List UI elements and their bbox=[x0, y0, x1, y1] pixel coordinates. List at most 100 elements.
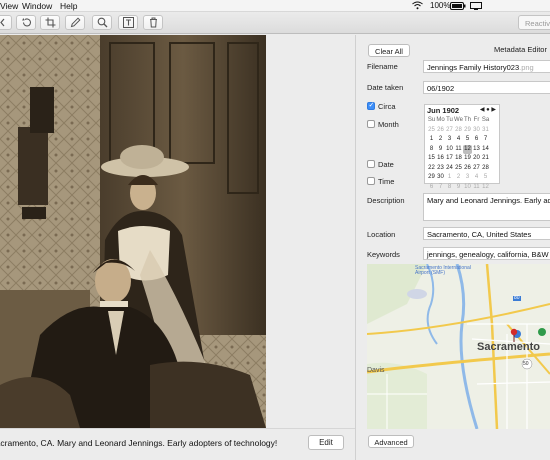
calendar-day[interactable]: 26 bbox=[463, 164, 472, 174]
crop-icon bbox=[45, 17, 55, 28]
calendar-weekday: Th bbox=[463, 117, 471, 123]
calendar-day[interactable]: 8 bbox=[427, 145, 436, 155]
panel-title: Metadata Editor bbox=[494, 45, 547, 54]
calendar-day[interactable]: 6 bbox=[472, 135, 481, 145]
date-picker[interactable]: Jun 1902 ◀ ● ▶ Su Mo Tu We Th Fr Sa 25 26 27 28 29 3… bbox=[424, 104, 500, 190]
text-icon bbox=[122, 17, 134, 28]
filename-field[interactable]: Jennings Family History023.png bbox=[423, 60, 550, 73]
reactivate-button[interactable]: Reactivate bbox=[518, 15, 550, 30]
circa-checkbox[interactable] bbox=[367, 101, 375, 110]
calendar-week-row: 6 7 8 9 10 11 12 bbox=[427, 183, 499, 193]
calendar-week-row: 22 23 24 25 26 27 28 bbox=[427, 164, 499, 174]
calendar-week-row: 1234567 bbox=[427, 135, 499, 145]
time-checkbox[interactable] bbox=[367, 177, 375, 185]
calendar-day[interactable]: 4 bbox=[472, 173, 481, 183]
trash-button[interactable] bbox=[143, 15, 163, 30]
calendar-nav[interactable]: ◀ ● ▶ bbox=[480, 106, 496, 113]
menu-view[interactable]: View bbox=[0, 1, 18, 11]
map-route-80: 80 bbox=[513, 295, 521, 301]
map-route-50: 50 bbox=[523, 361, 529, 367]
filename-label: Filename bbox=[367, 62, 398, 71]
calendar-day[interactable]: 30 bbox=[472, 126, 481, 136]
calendar-day[interactable]: 25 bbox=[454, 164, 463, 174]
calendar-day[interactable]: 16 bbox=[436, 154, 445, 164]
calendar-day[interactable]: 27 bbox=[445, 126, 454, 136]
calendar-day[interactable]: 2 bbox=[436, 135, 445, 145]
menu-help[interactable]: Help bbox=[60, 1, 77, 11]
calendar-day[interactable]: 27 bbox=[472, 164, 481, 174]
wifi-icon[interactable] bbox=[412, 1, 423, 12]
text-button[interactable] bbox=[118, 15, 138, 30]
advanced-button[interactable]: Advanced bbox=[368, 435, 414, 448]
filename-extension: .png bbox=[519, 63, 534, 72]
calendar-day[interactable]: 1 bbox=[427, 135, 436, 145]
calendar-day[interactable]: 2 bbox=[454, 173, 463, 183]
description-field[interactable]: Mary and Leonard Jennings. Early adopter… bbox=[423, 193, 550, 221]
calendar-day[interactable]: 20 bbox=[472, 154, 481, 164]
calendar-week-row: 25 26 27 28 29 30 31 bbox=[427, 126, 499, 136]
calendar-day[interactable]: 6 bbox=[427, 183, 436, 193]
calendar-day[interactable]: 29 bbox=[427, 173, 436, 183]
calendar-day[interactable]: 31 bbox=[481, 126, 490, 136]
map-city-label: Sacramento bbox=[477, 341, 540, 353]
calendar-day[interactable]: 28 bbox=[481, 164, 490, 174]
month-checkbox[interactable] bbox=[367, 120, 375, 128]
calendar-day[interactable]: 7 bbox=[481, 135, 490, 145]
calendar-day[interactable]: 29 bbox=[463, 126, 472, 136]
calendar-day[interactable]: 17 bbox=[445, 154, 454, 164]
circa-label: Circa bbox=[378, 102, 396, 111]
edit-button[interactable]: Edit bbox=[308, 435, 344, 450]
calendar-weekday: Mo bbox=[436, 117, 445, 123]
calendar-day[interactable]: 11 bbox=[472, 183, 481, 193]
back-button[interactable] bbox=[0, 15, 12, 30]
calendar-day[interactable]: 25 bbox=[427, 126, 436, 136]
calendar-day[interactable]: 4 bbox=[454, 135, 463, 145]
screen-share-icon[interactable] bbox=[470, 2, 482, 12]
calendar-day[interactable]: 13 bbox=[472, 145, 481, 155]
rotate-button[interactable] bbox=[16, 15, 36, 30]
calendar-day[interactable]: 9 bbox=[454, 183, 463, 193]
calendar-day[interactable]: 30 bbox=[436, 173, 445, 183]
calendar-day[interactable]: 11 bbox=[454, 145, 463, 155]
pencil-button[interactable] bbox=[65, 15, 85, 30]
menu-window[interactable]: Window bbox=[22, 1, 52, 11]
calendar-day[interactable]: 18 bbox=[454, 154, 463, 164]
photo-gap bbox=[266, 35, 355, 428]
crop-button[interactable] bbox=[40, 15, 60, 30]
calendar-day[interactable]: 23 bbox=[436, 164, 445, 174]
calendar-day[interactable]: 5 bbox=[481, 173, 490, 183]
calendar-day[interactable]: 26 bbox=[436, 126, 445, 136]
calendar-day[interactable]: 3 bbox=[445, 135, 454, 145]
calendar-day[interactable]: 19 bbox=[463, 154, 472, 164]
calendar-day[interactable]: 10 bbox=[445, 145, 454, 155]
location-map[interactable]: Sacramento International Airport (SMF) D… bbox=[367, 264, 550, 429]
keywords-field[interactable]: jennings, genealogy, california, B&W bbox=[423, 247, 550, 260]
magnify-button[interactable] bbox=[92, 15, 112, 30]
calendar-day[interactable]: 21 bbox=[481, 154, 490, 164]
location-field[interactable]: Sacramento, CA, United States bbox=[423, 227, 550, 240]
calendar-day[interactable]: 3 bbox=[463, 173, 472, 183]
calendar-day[interactable]: 28 bbox=[454, 126, 463, 136]
calendar-day[interactable]: 10 bbox=[463, 183, 472, 193]
calendar-day[interactable]: 12 bbox=[481, 183, 490, 193]
calendar-day[interactable]: 14 bbox=[481, 145, 490, 155]
photo-view[interactable] bbox=[0, 35, 266, 428]
calendar-grid: Su Mo Tu We Th Fr Sa 25 26 27 28 29 30 31 1 2 3 4 5 6 7 8 9 10 1… bbox=[427, 116, 499, 192]
date-taken-field[interactable]: 06/1902 bbox=[423, 81, 550, 94]
battery-icon[interactable] bbox=[450, 2, 466, 12]
calendar-day[interactable]: 15 bbox=[427, 154, 436, 164]
map-airport-label: Sacramento International Airport (SMF) bbox=[415, 265, 471, 276]
calendar-day[interactable]: 22 bbox=[427, 164, 436, 174]
location-label: Location bbox=[367, 230, 396, 239]
date-checkbox[interactable] bbox=[367, 160, 375, 168]
calendar-day[interactable]: 8 bbox=[445, 183, 454, 193]
calendar-day[interactable]: 12 bbox=[463, 144, 472, 154]
calendar-day[interactable]: 24 bbox=[445, 164, 454, 174]
calendar-day[interactable]: 9 bbox=[436, 145, 445, 155]
calendar-day[interactable]: 7 bbox=[436, 183, 445, 193]
calendar-day[interactable]: 5 bbox=[463, 135, 472, 145]
calendar-day[interactable]: 1 bbox=[445, 173, 454, 183]
calendar-weekday-row: Su Mo Tu We Th Fr Sa bbox=[427, 116, 499, 126]
calendar-weekday: Sa bbox=[481, 117, 490, 123]
clear-all-button[interactable]: Clear All bbox=[368, 44, 410, 57]
